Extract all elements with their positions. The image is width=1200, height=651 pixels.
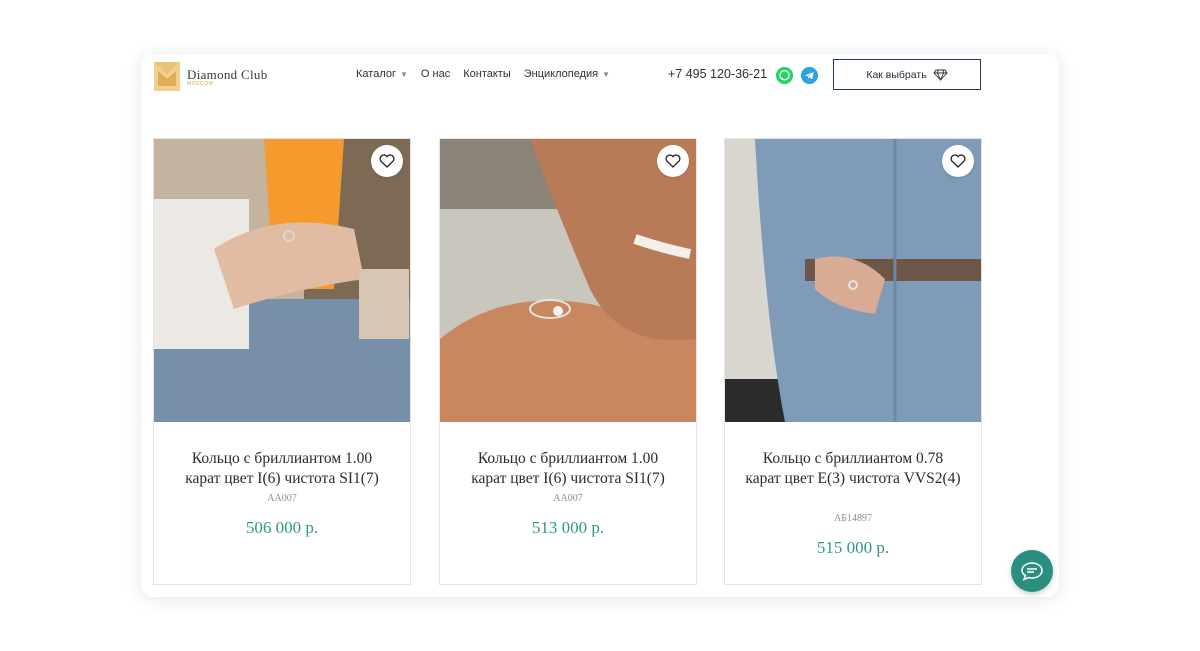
product-title[interactable]: Кольцо с бриллиантом 1.00 карат цвет I(6…	[174, 449, 390, 489]
favorite-button[interactable]	[657, 145, 689, 177]
chat-button[interactable]	[1011, 550, 1053, 592]
diamond-icon	[933, 69, 948, 81]
product-sku: АБ14897	[834, 513, 872, 524]
chevron-down-icon: ▼	[400, 70, 408, 79]
chevron-down-icon: ▼	[602, 70, 611, 79]
telegram-icon[interactable]	[801, 67, 818, 84]
product-title[interactable]: Кольцо с бриллиантом 1.00 карат цвет I(6…	[460, 449, 676, 489]
logo-icon[interactable]	[154, 62, 180, 91]
nav-item-about[interactable]: О нас	[421, 68, 450, 80]
logo-subtitle: MOSCOW	[187, 81, 214, 87]
how-to-choose-label: Как выбрать	[866, 68, 927, 81]
product-sku: АА007	[553, 493, 583, 504]
main-nav: Каталог ▼ О нас Контакты Энциклопедия ▼	[356, 68, 610, 80]
product-sku: АА007	[267, 493, 297, 504]
nav-item-contacts[interactable]: Контакты	[463, 68, 511, 80]
product-card[interactable]: Кольцо с бриллиантом 1.00 карат цвет I(6…	[153, 138, 411, 585]
product-price: 515 000 р.	[816, 538, 890, 557]
product-card[interactable]: Кольцо с бриллиантом 0.78 карат цвет E(3…	[724, 138, 982, 585]
product-image[interactable]	[440, 139, 696, 422]
product-image[interactable]	[725, 139, 981, 422]
how-to-choose-button[interactable]: Как выбрать	[833, 59, 981, 90]
heart-icon	[950, 154, 966, 168]
product-price: 506 000 р.	[245, 518, 319, 537]
heart-icon	[379, 154, 395, 168]
phone-link[interactable]: +7 495 120-36-21	[668, 67, 767, 81]
favorite-button[interactable]	[371, 145, 403, 177]
product-price: 513 000 р.	[531, 518, 605, 537]
nav-item-catalog[interactable]: Каталог ▼	[356, 68, 408, 80]
nav-item-encyclopedia[interactable]: Энциклопедия ▼	[524, 68, 610, 80]
product-image[interactable]	[154, 139, 410, 422]
product-title[interactable]: Кольцо с бриллиантом 0.78 карат цвет E(3…	[745, 449, 961, 489]
site-header: Diamond Club MOSCOW Каталог ▼ О нас Конта…	[141, 54, 1059, 98]
heart-icon	[665, 154, 681, 168]
favorite-button[interactable]	[942, 145, 974, 177]
page-frame: Diamond Club MOSCOW Каталог ▼ О нас Конта…	[141, 54, 1059, 597]
whatsapp-icon[interactable]	[776, 67, 793, 84]
chat-bubble-icon	[1021, 562, 1043, 581]
product-card[interactable]: Кольцо с бриллиантом 1.00 карат цвет I(6…	[439, 138, 697, 585]
